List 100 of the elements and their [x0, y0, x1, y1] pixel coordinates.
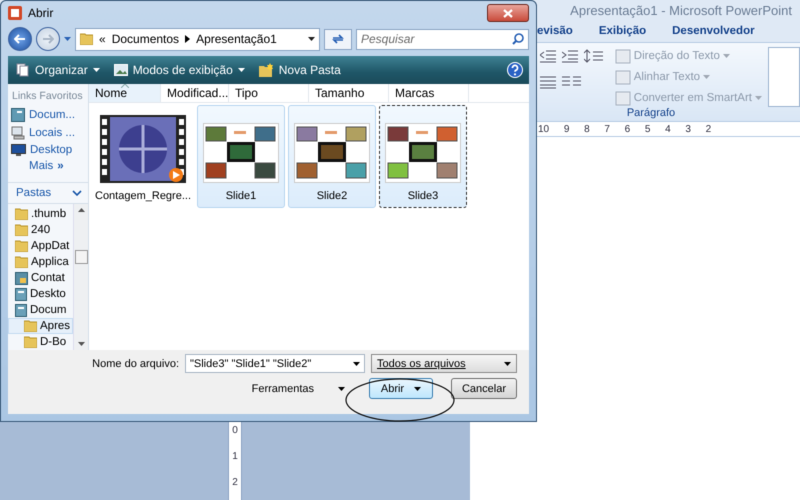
scroll-thumb[interactable]: [74, 250, 88, 264]
ribbon-tab[interactable]: evisão: [537, 25, 573, 37]
folder-tree-item[interactable]: Docum: [8, 302, 73, 318]
command-icon: [614, 48, 631, 64]
caret-icon: [755, 96, 762, 100]
help-icon[interactable]: [507, 62, 523, 78]
search-field[interactable]: Pesquisar: [356, 28, 529, 50]
ribbon-tab[interactable]: Exibição: [598, 25, 646, 37]
breadcrumb-item[interactable]: Documentos: [112, 32, 180, 46]
ruler-number: 3: [685, 124, 691, 134]
ruler-number: 10: [538, 124, 550, 134]
back-arrow-icon: [14, 34, 26, 44]
folder-tree-item[interactable]: .thumb: [8, 206, 73, 222]
breadcrumb-item[interactable]: Apresentação1: [196, 32, 277, 46]
justify-icon[interactable]: [540, 75, 556, 89]
folder-icon: [15, 256, 28, 268]
chevron-icon: [185, 35, 190, 43]
decrease-indent-icon[interactable]: [540, 49, 556, 63]
library-icon: [15, 304, 27, 316]
breadcrumb-overflow[interactable]: «: [99, 32, 106, 46]
caret-icon: [703, 75, 710, 79]
toolbar-button[interactable]: Organizar: [14, 63, 102, 77]
more-link[interactable]: Mais »: [8, 158, 88, 174]
caret-icon: [722, 54, 730, 58]
contacts-icon: [15, 272, 28, 284]
refresh-button[interactable]: [324, 28, 352, 50]
new-folder-icon: [258, 63, 274, 77]
favorite-link[interactable]: Desktop: [8, 142, 88, 158]
field-label: Nome do arquivo:: [92, 358, 179, 370]
chevron-down-icon: [72, 190, 82, 196]
caret-icon: [78, 342, 84, 346]
ruler-number: 5: [644, 124, 650, 134]
open-button[interactable]: Abrir: [369, 378, 433, 399]
scroll-up-icon: [78, 208, 84, 212]
file-name-field[interactable]: "Slide3" "Slide1" "Slide2": [185, 354, 365, 373]
caret-icon: [338, 386, 345, 390]
folder-tree-item[interactable]: Applica: [8, 254, 73, 270]
folder-tree-item[interactable]: AppDat: [8, 238, 73, 254]
folder-icon: [15, 224, 28, 236]
favorite-link[interactable]: Docum...: [8, 106, 88, 124]
scrollbar[interactable]: [73, 204, 88, 350]
command-icon: [614, 70, 631, 84]
section-heading: Links Favoritos: [11, 89, 84, 104]
group-label: Parágrafo: [626, 107, 676, 121]
pages-icon: [16, 63, 30, 77]
favorite-link[interactable]: Locais ...: [8, 124, 88, 142]
file-item[interactable]: Slide1: [197, 105, 285, 208]
ruler-number: 9: [564, 124, 570, 134]
column-header[interactable]: Nome: [89, 84, 161, 102]
picture-icon: [114, 64, 128, 76]
file-item[interactable]: Slide3: [379, 105, 467, 208]
caret-icon: [353, 362, 360, 366]
window-title: Apresentação1 - Microsoft PowerPoint: [570, 2, 792, 18]
ruler-number: 1: [232, 451, 238, 462]
folder-icon: [15, 240, 28, 252]
folder-tree-item[interactable]: Contat: [8, 270, 73, 286]
toolbar-button[interactable]: Nova Pasta: [256, 63, 343, 77]
address-bar[interactable]: « Documentos Apresentação1: [75, 28, 320, 50]
close-icon: [503, 8, 513, 18]
ruler-number: 6: [624, 124, 630, 134]
forward-button[interactable]: [36, 27, 60, 51]
folder-icon: [24, 320, 37, 332]
ruler-number: 0: [232, 425, 238, 436]
toolbar-button[interactable]: Modos de exibição: [112, 63, 247, 77]
caret-icon: [504, 362, 511, 366]
folders-header[interactable]: Pastas: [8, 182, 88, 204]
folder-icon: [15, 208, 28, 220]
increase-indent-icon[interactable]: [562, 49, 578, 63]
caret-icon: [92, 68, 100, 72]
folder-tree-item[interactable]: 240: [8, 222, 73, 238]
folder-tree-item[interactable]: Deskto: [8, 286, 73, 302]
line-spacing-icon[interactable]: [584, 49, 606, 63]
computer-icon: [11, 126, 25, 140]
back-button[interactable]: [8, 27, 32, 51]
ribbon-tab[interactable]: Desenvolvedor: [672, 25, 755, 37]
dialog-title: Abrir: [28, 6, 54, 20]
folder-tree-item[interactable]: Apres: [8, 318, 73, 334]
forward-arrow-icon: [42, 34, 54, 44]
folder-icon: [24, 336, 37, 348]
ruler-number: 7: [604, 124, 610, 134]
cancel-button[interactable]: Cancelar: [451, 378, 517, 399]
refresh-icon: [331, 33, 345, 45]
tools-menu[interactable]: Ferramentas: [250, 382, 316, 394]
file-item[interactable]: Contagem_Regre...: [92, 105, 194, 208]
ruler-number: 2: [706, 124, 712, 134]
ruler-number: 4: [665, 124, 671, 134]
command-icon: [614, 90, 631, 106]
file-item[interactable]: Slide2: [288, 105, 376, 208]
caret-icon: [238, 68, 245, 72]
ruler-number: 8: [584, 124, 590, 134]
file-type-dropdown[interactable]: Todos os arquivos: [371, 354, 517, 373]
close-button[interactable]: [487, 4, 529, 22]
ruler-number: 2: [232, 477, 238, 488]
search-icon: [512, 33, 524, 45]
caret-icon: [414, 386, 422, 390]
monitor-icon: [11, 144, 26, 156]
library-icon: [15, 288, 27, 300]
folder-tree-item[interactable]: D-Bo: [8, 334, 73, 350]
powerpoint-icon: [8, 6, 22, 20]
folder-icon: [80, 33, 93, 45]
